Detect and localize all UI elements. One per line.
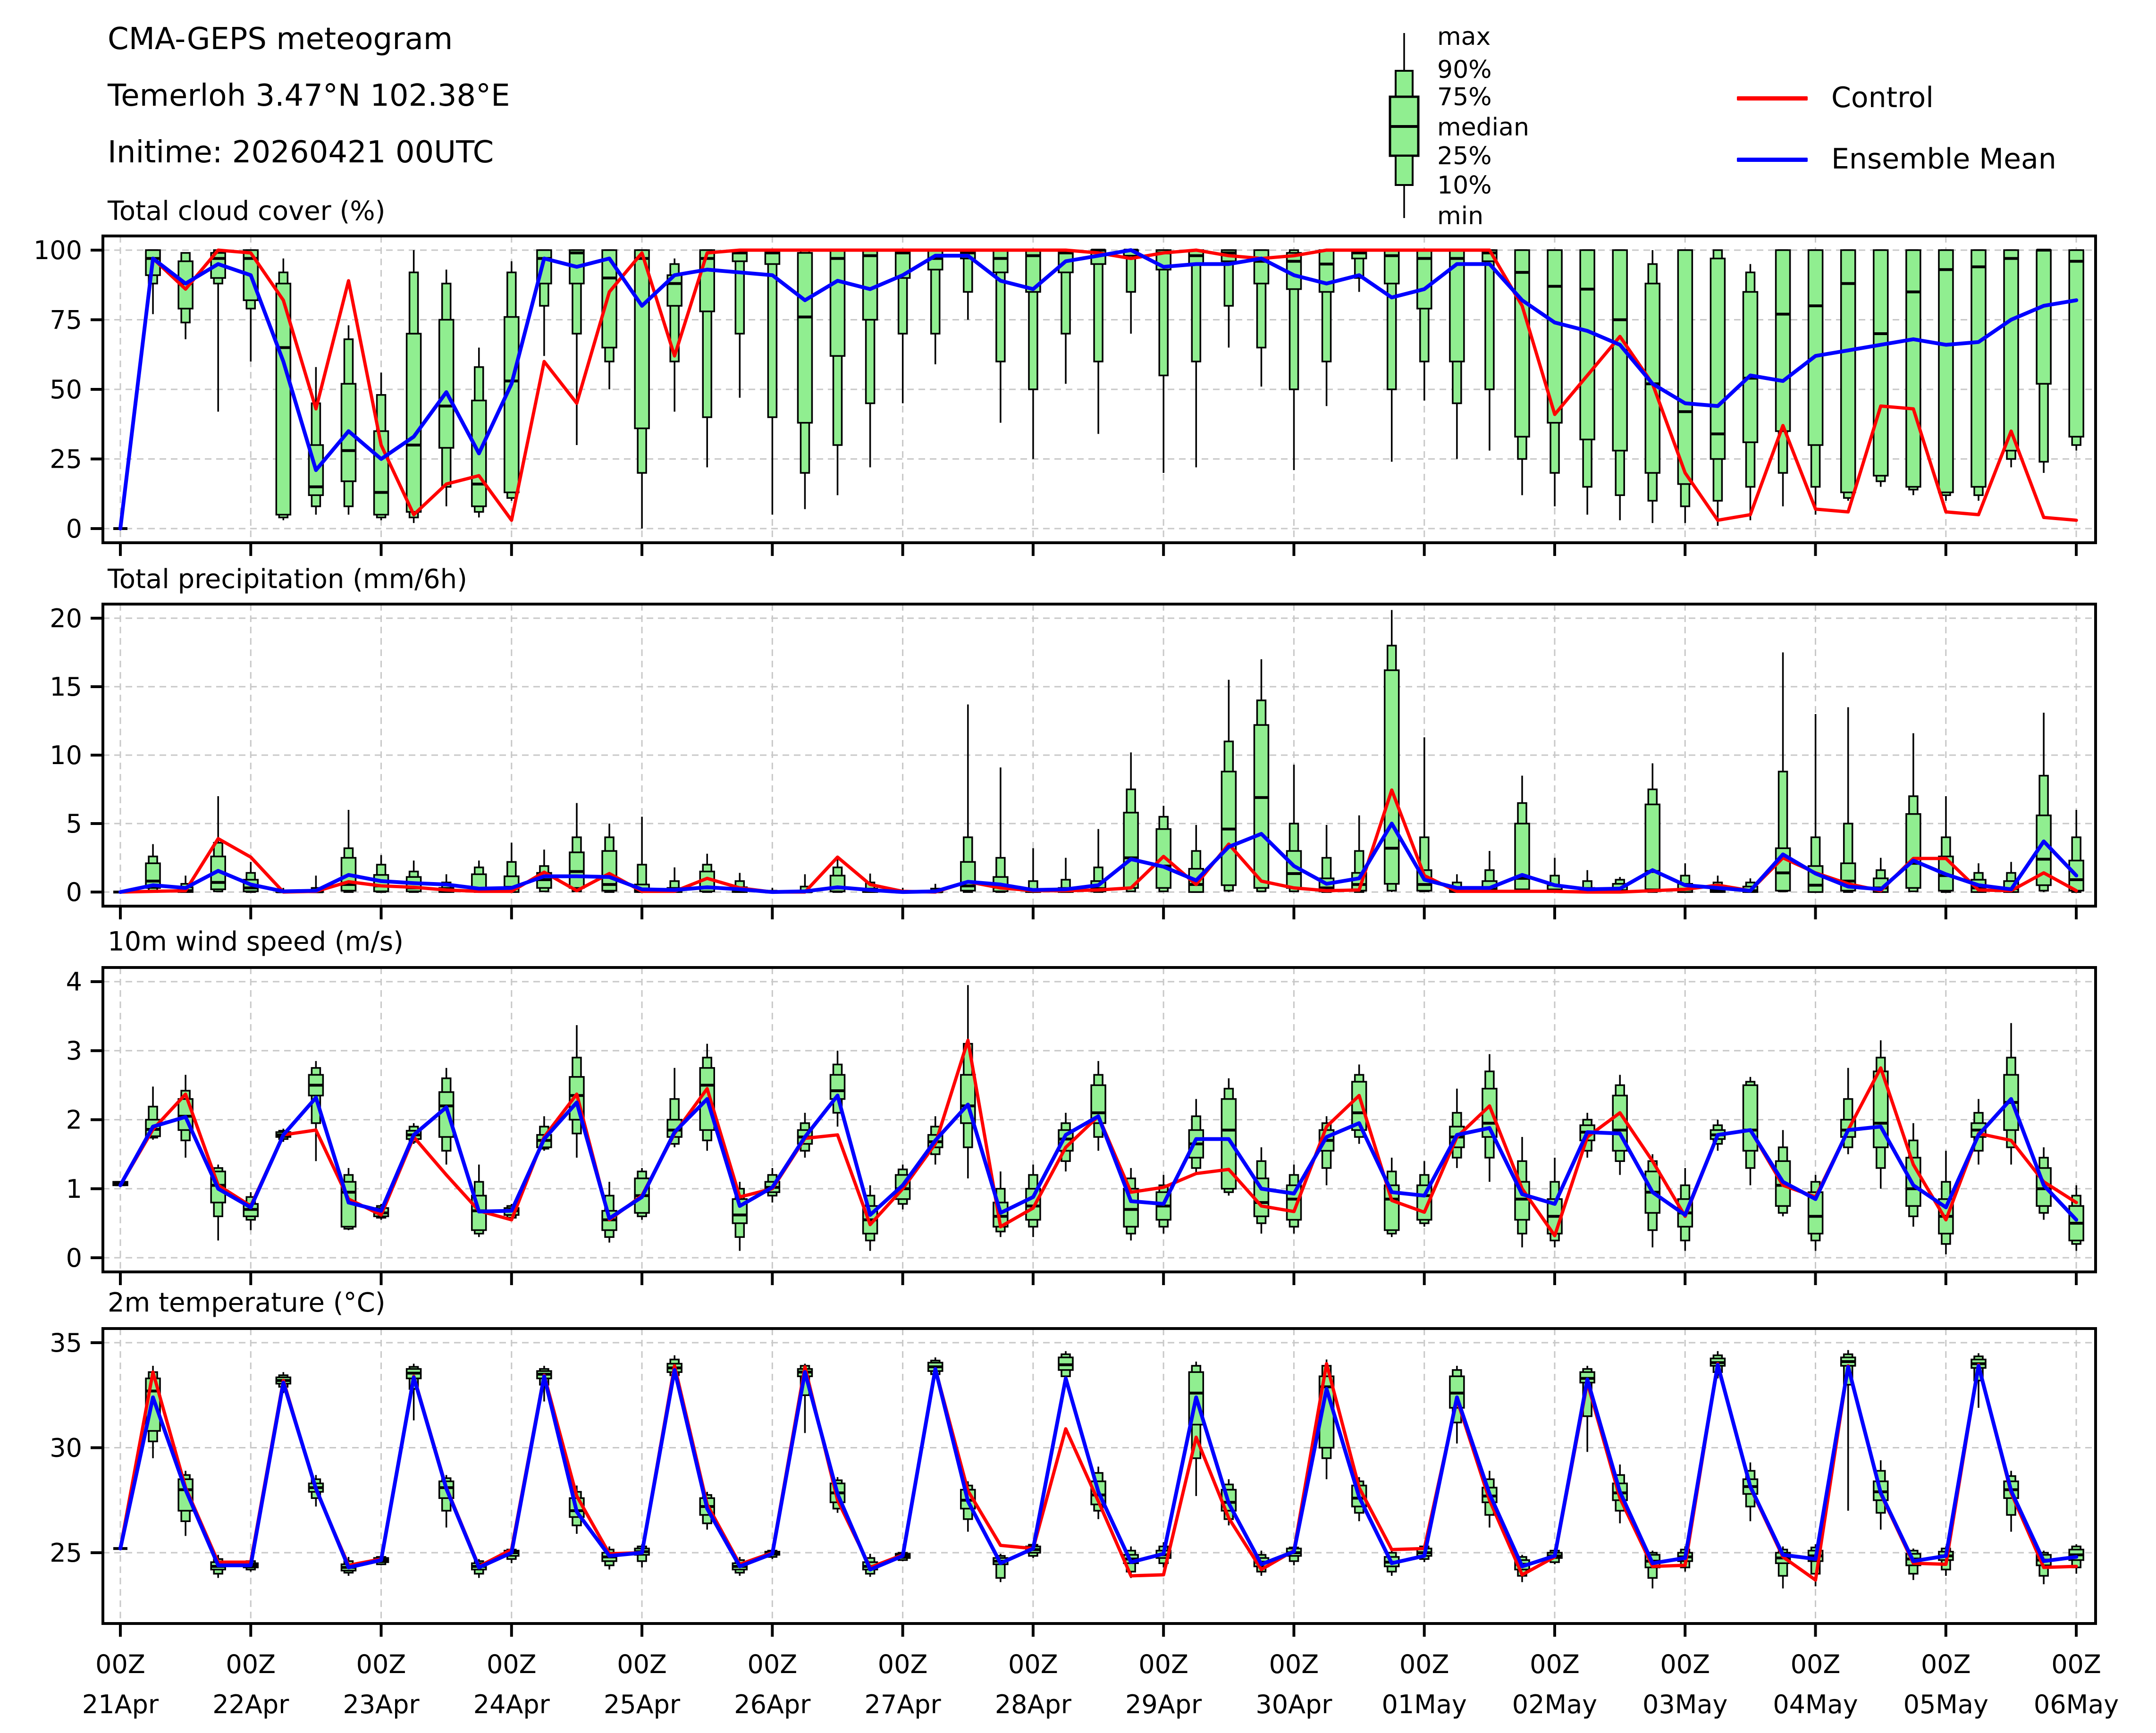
panel-0-boxes bbox=[113, 250, 2083, 529]
svg-text:0: 0 bbox=[66, 1243, 82, 1273]
panel-title-precip: Total precipitation (mm/6h) bbox=[108, 564, 467, 595]
mean-legend-swatch bbox=[1737, 155, 1808, 164]
panel-0: 0 25 50 75 100 bbox=[34, 236, 2096, 556]
svg-text:04May: 04May bbox=[1773, 1690, 1858, 1719]
svg-text:27Apr: 27Apr bbox=[865, 1690, 942, 1719]
panel-1: 0 5 10 15 20 bbox=[50, 604, 2096, 919]
control-legend-label: Control bbox=[1831, 81, 1934, 114]
svg-text:00Z: 00Z bbox=[617, 1649, 667, 1679]
svg-text:29Apr: 29Apr bbox=[1125, 1690, 1202, 1719]
page-title: CMA-GEPS meteogram bbox=[108, 23, 453, 56]
svg-text:0: 0 bbox=[66, 514, 82, 544]
svg-text:00Z: 00Z bbox=[2051, 1649, 2101, 1679]
boxkey-label-90: 90% bbox=[1437, 56, 1492, 84]
svg-text:05May: 05May bbox=[1903, 1690, 1988, 1719]
svg-text:3: 3 bbox=[66, 1036, 82, 1066]
svg-text:1: 1 bbox=[66, 1174, 82, 1204]
svg-text:25: 25 bbox=[50, 445, 82, 474]
svg-text:00Z: 00Z bbox=[1530, 1649, 1580, 1679]
svg-text:06May: 06May bbox=[2034, 1690, 2119, 1719]
svg-text:100: 100 bbox=[34, 236, 82, 265]
panel-title-cloud: Total cloud cover (%) bbox=[108, 196, 385, 227]
boxkey-label-median: median bbox=[1437, 113, 1529, 142]
svg-text:35: 35 bbox=[50, 1328, 82, 1358]
panel-title-wind: 10m wind speed (m/s) bbox=[108, 926, 404, 957]
svg-text:21Apr: 21Apr bbox=[82, 1690, 159, 1719]
boxkey-label-75: 75% bbox=[1437, 83, 1492, 111]
svg-text:00Z: 00Z bbox=[1660, 1649, 1710, 1679]
svg-text:00Z: 00Z bbox=[226, 1649, 276, 1679]
boxkey-label-max: max bbox=[1437, 23, 1491, 51]
svg-text:75: 75 bbox=[50, 305, 82, 335]
panel-title-temp: 2m temperature (°C) bbox=[108, 1287, 386, 1318]
svg-text:00Z: 00Z bbox=[1791, 1649, 1841, 1679]
initime-label: Initime: 20260421 00UTC bbox=[108, 136, 494, 169]
svg-text:00Z: 00Z bbox=[356, 1649, 406, 1679]
svg-text:30Apr: 30Apr bbox=[1255, 1690, 1332, 1719]
svg-text:25Apr: 25Apr bbox=[604, 1690, 681, 1719]
svg-text:00Z: 00Z bbox=[747, 1649, 797, 1679]
svg-text:00Z: 00Z bbox=[1008, 1649, 1058, 1679]
svg-text:4: 4 bbox=[66, 967, 82, 997]
svg-text:28Apr: 28Apr bbox=[995, 1690, 1072, 1719]
svg-text:00Z: 00Z bbox=[95, 1649, 145, 1679]
svg-text:00Z: 00Z bbox=[487, 1649, 537, 1679]
svg-text:5: 5 bbox=[66, 809, 82, 839]
svg-text:00Z: 00Z bbox=[1138, 1649, 1188, 1679]
svg-text:20: 20 bbox=[50, 604, 82, 633]
svg-text:24Apr: 24Apr bbox=[473, 1690, 550, 1719]
svg-text:00Z: 00Z bbox=[1269, 1649, 1319, 1679]
svg-text:0: 0 bbox=[66, 877, 82, 907]
control-legend-swatch bbox=[1737, 93, 1808, 102]
svg-text:00Z: 00Z bbox=[1921, 1649, 1971, 1679]
boxkey-glyph bbox=[1390, 33, 1418, 218]
mean-legend-label: Ensemble Mean bbox=[1831, 143, 2056, 176]
location-label: Temerloh 3.47°N 102.38°E bbox=[108, 79, 510, 112]
svg-text:01May: 01May bbox=[1382, 1690, 1467, 1719]
svg-text:2: 2 bbox=[66, 1105, 82, 1135]
svg-text:50: 50 bbox=[50, 375, 82, 404]
meteogram-chart: 0255075100051015200123425303500Z21Apr00Z… bbox=[0, 0, 2156, 1733]
boxkey-label-min: min bbox=[1437, 202, 1483, 230]
svg-text:30: 30 bbox=[50, 1433, 82, 1463]
svg-text:25: 25 bbox=[50, 1538, 82, 1568]
x-axis-labels: 00Z 21Apr 00Z 22Apr 00Z 23Apr 00Z 24Apr 00Z 25Apr… bbox=[82, 1649, 2119, 1719]
panel-3: 25 30 35 bbox=[50, 1328, 2096, 1637]
boxkey-label-25: 25% bbox=[1437, 142, 1492, 170]
svg-text:15: 15 bbox=[50, 672, 82, 702]
svg-text:03May: 03May bbox=[1642, 1690, 1727, 1719]
svg-text:02May: 02May bbox=[1512, 1690, 1597, 1719]
svg-text:22Apr: 22Apr bbox=[212, 1690, 289, 1719]
panel-2: 0 1 2 3 4 bbox=[66, 967, 2096, 1285]
svg-text:23Apr: 23Apr bbox=[343, 1690, 420, 1719]
svg-text:26Apr: 26Apr bbox=[734, 1690, 811, 1719]
svg-text:00Z: 00Z bbox=[878, 1649, 928, 1679]
boxkey-label-10: 10% bbox=[1437, 171, 1492, 200]
svg-text:10: 10 bbox=[50, 740, 82, 770]
svg-text:00Z: 00Z bbox=[1399, 1649, 1449, 1679]
panel-1-boxes bbox=[113, 610, 2083, 892]
